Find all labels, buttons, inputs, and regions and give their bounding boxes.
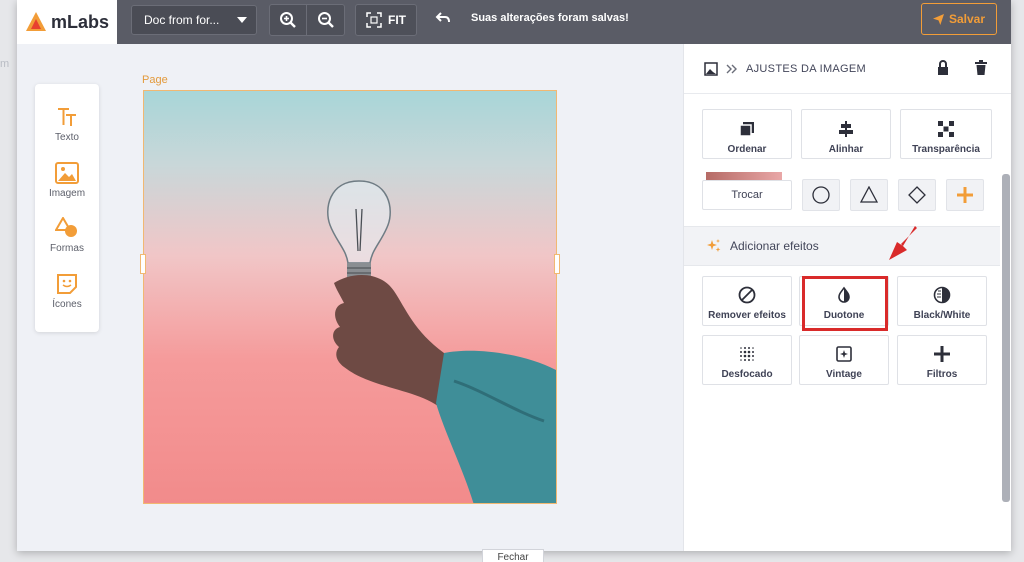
blur-button[interactable]: Desfocado: [702, 335, 792, 385]
add-mask-button[interactable]: [946, 179, 984, 211]
red-arrow-icon: [889, 226, 917, 260]
tool-label: Texto: [55, 132, 79, 143]
tool-shapes[interactable]: Formas: [35, 215, 99, 254]
fit-label: FIT: [388, 13, 406, 27]
fit-screen-icon: [366, 12, 382, 28]
mlabs-logo: mLabs: [17, 0, 117, 44]
tool-icons[interactable]: Ícones: [35, 271, 99, 310]
transparency-icon: [901, 118, 991, 140]
tool-label: Formas: [50, 243, 84, 254]
triangle-mask-button[interactable]: [850, 179, 888, 211]
zoom-out-button[interactable]: [307, 5, 344, 35]
effect-label: Vintage: [826, 369, 862, 380]
filters-button[interactable]: Filtros: [897, 335, 987, 385]
tool-label: Ícones: [52, 299, 82, 310]
image-icon: [704, 61, 718, 76]
lightbulb-hand-illustration: [327, 180, 556, 503]
resize-handle-right[interactable]: [554, 254, 560, 274]
transparency-button[interactable]: Transparência: [900, 109, 992, 159]
vintage-icon: [800, 343, 888, 365]
vintage-button[interactable]: Vintage: [799, 335, 889, 385]
button-label: Transparência: [912, 144, 980, 155]
panel-title: AJUSTES DA IMAGEM: [746, 62, 867, 75]
close-tab-button[interactable]: Fechar: [482, 549, 544, 562]
no-effect-icon: [703, 284, 791, 306]
remove-effects-button[interactable]: Remover efeitos: [702, 276, 792, 326]
image-icon: [35, 160, 99, 186]
button-label: Ordenar: [727, 144, 767, 155]
document-select[interactable]: Doc from for...: [131, 5, 257, 35]
background-fragment: m: [0, 58, 10, 70]
circle-mask-button[interactable]: [802, 179, 840, 211]
logo-text: mLabs: [51, 11, 110, 32]
duotone-highlight-box: [802, 276, 888, 331]
double-chevron-right-icon: [726, 64, 737, 73]
tool-palette: Texto Imagem Formas Ícones: [35, 84, 99, 332]
caret-down-icon: [237, 17, 248, 23]
tool-text[interactable]: Texto: [35, 104, 99, 143]
plus-icon: [957, 187, 973, 203]
mlabs-logo-icon: [25, 11, 47, 33]
close-label: Fechar: [497, 552, 529, 562]
zoom-controls: [269, 4, 345, 36]
effect-label: Desfocado: [721, 369, 773, 380]
fit-button[interactable]: FIT: [355, 4, 417, 36]
undo-button[interactable]: [435, 10, 451, 31]
resize-handle-left[interactable]: [140, 254, 146, 274]
panel-scrollbar[interactable]: [1002, 174, 1010, 502]
diamond-mask-button[interactable]: [898, 179, 936, 211]
canvas-image[interactable]: [143, 90, 557, 504]
swap-label: Trocar: [731, 189, 763, 201]
save-status-text: Suas alterações foram salvas!: [471, 12, 629, 24]
zoom-in-icon: [280, 12, 296, 28]
page-label: Page: [142, 74, 168, 86]
send-icon: [932, 13, 944, 25]
order-button[interactable]: Ordenar: [702, 109, 792, 159]
add-effects-section: Adicionar efeitos: [684, 226, 1000, 266]
black-white-icon: [898, 284, 986, 306]
circle-icon: [812, 186, 830, 204]
blur-icon: [703, 343, 791, 365]
save-label: Salvar: [948, 12, 986, 26]
tool-image[interactable]: Imagem: [35, 160, 99, 199]
add-effects-label: Adicionar efeitos: [730, 239, 819, 253]
image-editor-window: mLabs Doc from for... FIT Suas alteraçõe…: [17, 0, 1011, 551]
triangle-icon: [860, 186, 878, 203]
sparkles-icon: [707, 239, 721, 252]
top-toolbar: mLabs Doc from for... FIT Suas alteraçõe…: [17, 0, 1011, 44]
image-thumbnail: [706, 172, 782, 180]
plus-icon: [898, 343, 986, 365]
zoom-in-button[interactable]: [270, 5, 308, 35]
swap-image-button[interactable]: Trocar: [702, 180, 792, 210]
sticker-icon: [35, 271, 99, 297]
undo-icon: [435, 12, 450, 23]
save-button[interactable]: Salvar: [921, 3, 997, 35]
align-icon: [802, 118, 890, 140]
button-label: Alinhar: [828, 144, 864, 155]
effect-label: Remover efeitos: [708, 310, 786, 321]
document-name: Doc from for...: [144, 13, 220, 27]
lock-icon[interactable]: [936, 60, 950, 76]
layers-icon: [703, 118, 791, 140]
effect-label: Black/White: [913, 310, 971, 321]
trash-icon[interactable]: [974, 60, 988, 76]
tool-label: Imagem: [48, 188, 86, 199]
black-white-button[interactable]: Black/White: [897, 276, 987, 326]
diamond-icon: [908, 186, 926, 204]
panel-header: AJUSTES DA IMAGEM: [684, 44, 1011, 94]
align-button[interactable]: Alinhar: [801, 109, 891, 159]
shapes-icon: [35, 215, 99, 241]
effect-label: Filtros: [926, 369, 958, 380]
zoom-out-icon: [317, 12, 334, 28]
text-icon: [35, 104, 99, 130]
